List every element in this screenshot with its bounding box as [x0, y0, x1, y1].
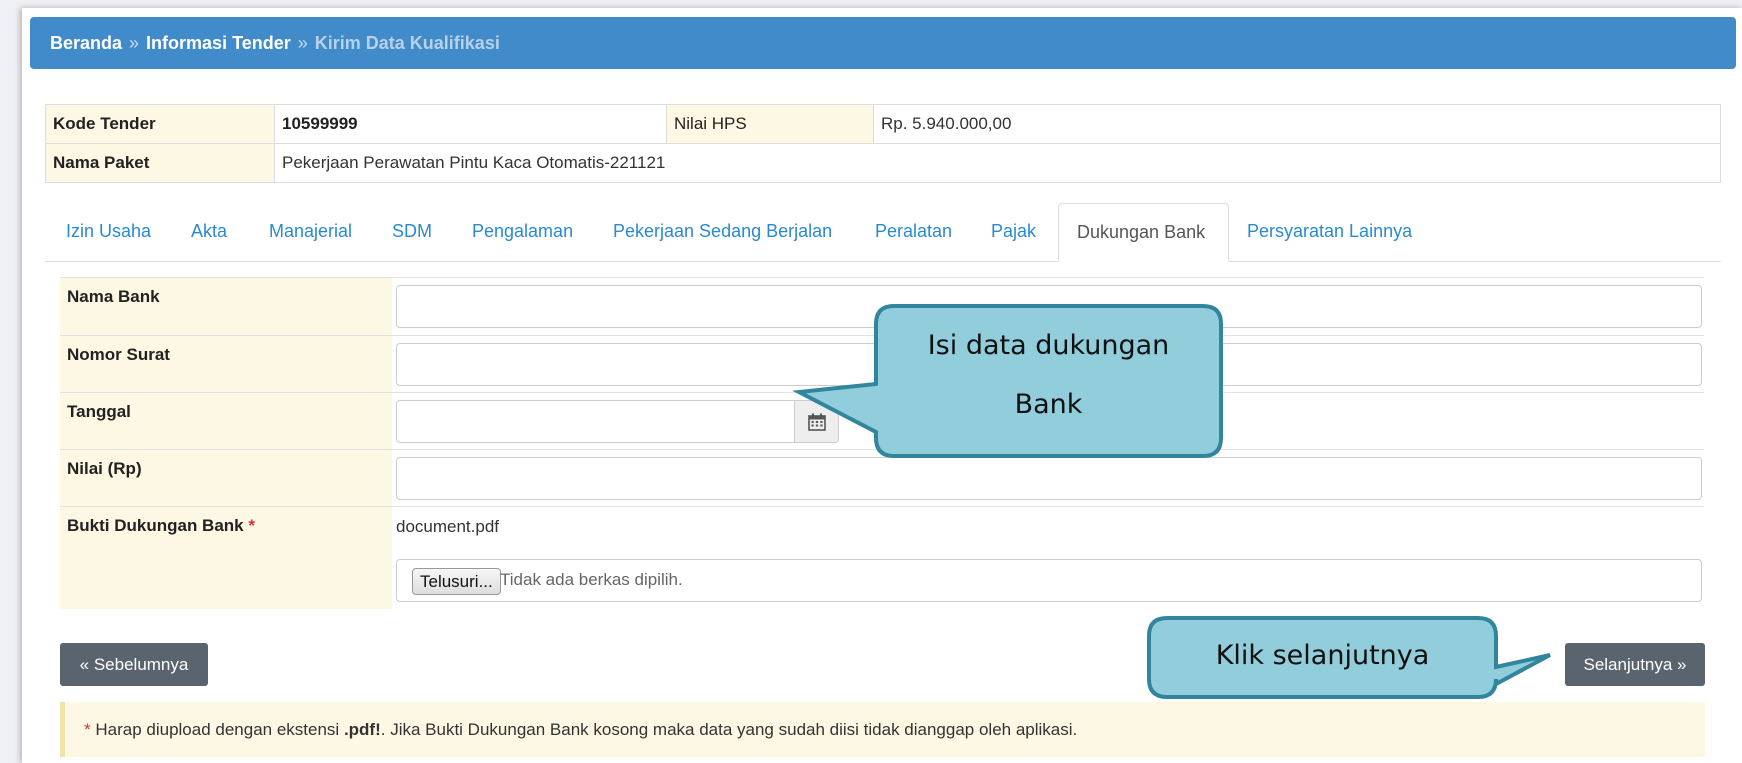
- callout-fill-bank-line1: Isi data dukungan: [927, 330, 1170, 361]
- callout-fill-bank-shape: [792, 304, 1223, 458]
- callout-next-text: Klik selanjutnya: [1215, 640, 1430, 671]
- callout-fill-bank-line2: Bank: [1014, 389, 1083, 420]
